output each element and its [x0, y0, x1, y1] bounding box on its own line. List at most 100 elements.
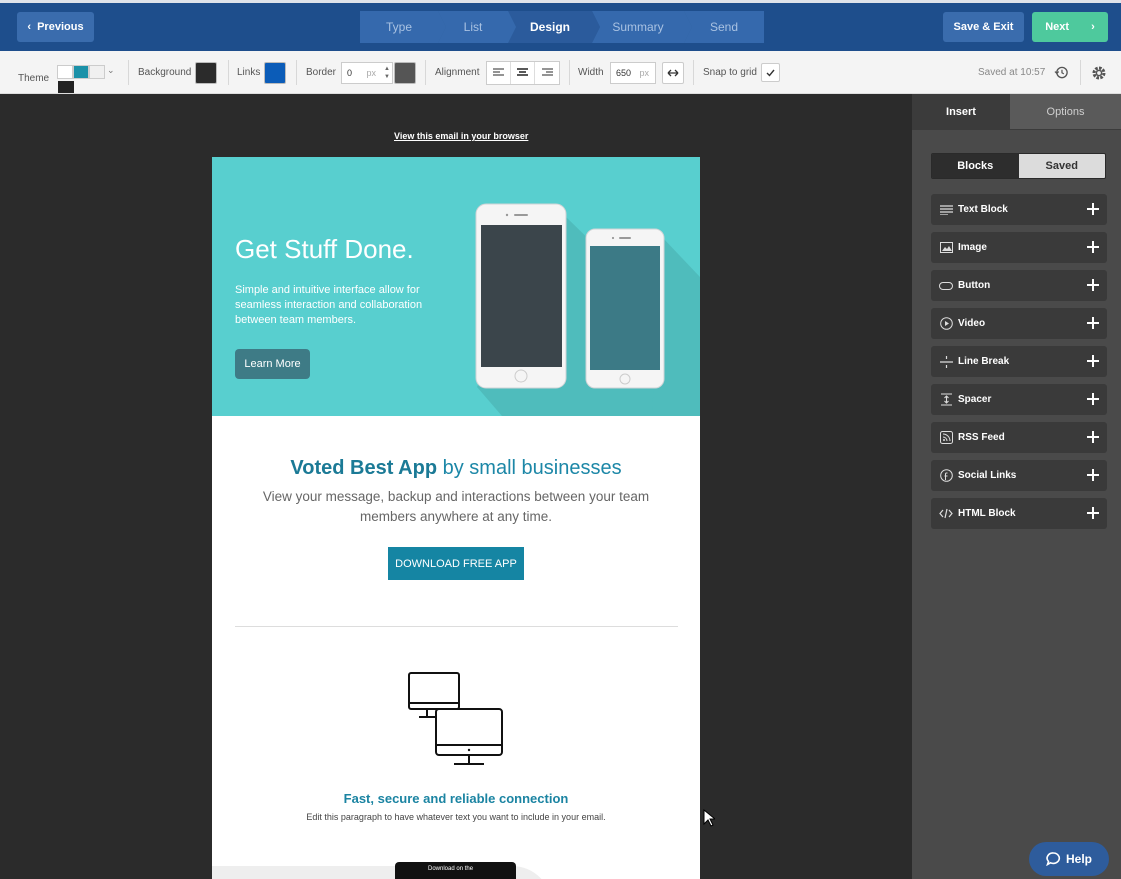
button-shape-icon — [939, 279, 953, 293]
block-image[interactable]: Image — [931, 232, 1107, 263]
theme-swatch-white — [57, 65, 73, 79]
alignment-group — [486, 60, 560, 85]
promo-title: Voted Best App by small businesses — [290, 457, 622, 479]
stepper-arrows-icon[interactable]: ▲ ▼ — [384, 65, 390, 81]
width-input[interactable]: 650 px — [610, 61, 656, 84]
help-button[interactable]: Help — [1029, 842, 1109, 876]
border-label: Border — [306, 67, 337, 78]
width-label: Width — [578, 67, 604, 78]
plus-icon[interactable] — [1086, 354, 1100, 368]
toolbar-divider — [1080, 60, 1081, 85]
toolbar-divider — [128, 60, 129, 85]
view-in-browser-link[interactable]: View this email in your browser — [394, 131, 528, 141]
step-type[interactable]: Type — [360, 11, 446, 43]
step-design[interactable]: Design — [508, 11, 600, 43]
block-list: Text Block Image Button Video Line Break… — [931, 194, 1107, 536]
chevron-right-icon: › — [1091, 21, 1095, 33]
plus-icon[interactable] — [1086, 316, 1100, 330]
previous-button[interactable]: ‹ Previous — [17, 12, 94, 42]
block-button[interactable]: Button — [931, 270, 1107, 301]
code-icon — [939, 507, 953, 521]
snap-label: Snap to grid — [703, 67, 757, 78]
theme-swatch-light — [89, 65, 105, 79]
theme-swatch-dark — [58, 81, 74, 93]
email-canvas: View this email in your browser Get Stuf… — [0, 94, 912, 879]
hero-subtitle: Simple and intuitive interface allow for… — [235, 284, 423, 326]
plus-icon[interactable] — [1086, 202, 1100, 216]
step-list[interactable]: List — [438, 11, 516, 43]
block-rss[interactable]: RSS Feed — [931, 422, 1107, 453]
segment-saved[interactable]: Saved — [1018, 154, 1105, 178]
chevron-left-icon: ‹ — [27, 21, 32, 33]
background-color-swatch[interactable] — [195, 61, 217, 84]
plus-icon[interactable] — [1086, 392, 1100, 406]
feature-subtitle: Edit this paragraph to have whatever tex… — [306, 812, 606, 822]
learn-more-button[interactable]: Learn More — [235, 349, 310, 379]
toolbar-divider — [296, 60, 297, 85]
block-video[interactable]: Video — [931, 308, 1107, 339]
mouse-cursor-icon — [703, 809, 715, 827]
hero-block[interactable]: Get Stuff Done. Simple and intuitive int… — [212, 157, 700, 416]
email-body: Get Stuff Done. Simple and intuitive int… — [212, 157, 700, 879]
block-html[interactable]: HTML Block — [931, 498, 1107, 529]
snap-checkbox[interactable] — [761, 63, 780, 82]
links-label: Links — [237, 67, 261, 78]
play-circle-icon — [939, 317, 953, 331]
toolbar-divider — [569, 60, 570, 85]
step-summary[interactable]: Summary — [592, 11, 692, 43]
block-line-break[interactable]: Line Break — [931, 346, 1107, 377]
gear-icon[interactable] — [1091, 51, 1107, 94]
social-icon — [939, 469, 953, 483]
plus-icon[interactable] — [1086, 468, 1100, 482]
plus-icon[interactable] — [1086, 240, 1100, 254]
spacer-icon — [939, 393, 953, 407]
border-color-swatch[interactable] — [394, 61, 416, 84]
wizard-steps: Type List Design Summary Send — [360, 11, 764, 43]
text-lines-icon — [939, 203, 953, 217]
align-left-icon[interactable] — [487, 61, 511, 84]
image-icon — [939, 241, 953, 255]
line-break-icon — [939, 355, 953, 369]
saved-status: Saved at 10:57 — [978, 67, 1046, 78]
sidebar-tabs: Insert Options — [912, 94, 1121, 130]
rss-icon — [939, 431, 953, 445]
border-width-input[interactable]: 0 px ▲ ▼ — [341, 61, 393, 84]
top-bar: ‹ Previous Type List Design Summary Send… — [0, 0, 1121, 51]
insert-sidebar: Insert Options Blocks Saved Text Block I… — [912, 94, 1121, 879]
tab-insert[interactable]: Insert — [912, 94, 1010, 130]
step-send[interactable]: Send — [684, 11, 764, 43]
segment-blocks[interactable]: Blocks — [932, 154, 1019, 178]
download-app-button[interactable]: DOWNLOAD FREE APP — [388, 547, 524, 580]
save-exit-button[interactable]: Save & Exit — [943, 12, 1024, 42]
line-divider — [235, 626, 678, 627]
block-social[interactable]: Social Links — [931, 460, 1107, 491]
block-text[interactable]: Text Block — [931, 194, 1107, 225]
alignment-label: Alignment — [435, 67, 480, 78]
align-center-icon[interactable] — [511, 61, 535, 84]
chat-bubble-icon — [1046, 852, 1061, 866]
feature-title: Fast, secure and reliable connection — [343, 791, 569, 806]
toolbar-divider — [425, 60, 426, 85]
expand-width-icon[interactable] — [662, 61, 684, 84]
theme-swatch-teal — [73, 65, 89, 79]
tab-options[interactable]: Options — [1010, 94, 1121, 130]
links-color-swatch[interactable] — [264, 61, 286, 84]
plus-icon[interactable] — [1086, 278, 1100, 292]
toolbar-divider — [693, 60, 694, 85]
blocks-saved-toggle: Blocks Saved — [931, 153, 1106, 179]
background-label: Background — [138, 67, 192, 78]
plus-icon[interactable] — [1086, 506, 1100, 520]
theme-picker[interactable]: ⌄ — [57, 65, 115, 79]
design-toolbar: Theme ⌄ Background Links Border 0 px ▲ ▼ … — [0, 51, 1121, 94]
plus-icon[interactable] — [1086, 430, 1100, 444]
hero-title: Get Stuff Done. — [235, 234, 414, 264]
history-icon[interactable] — [1054, 51, 1069, 94]
chevron-down-icon: ⌄ — [107, 65, 115, 75]
promo-subtitle: View your message, backup and interactio… — [262, 489, 650, 524]
block-spacer[interactable]: Spacer — [931, 384, 1107, 415]
next-button[interactable]: Next › — [1032, 12, 1108, 42]
devices-icon — [408, 672, 503, 765]
app-store-badge[interactable]: Download on the — [395, 862, 516, 879]
toolbar-divider — [228, 60, 229, 85]
align-right-icon[interactable] — [535, 62, 559, 84]
